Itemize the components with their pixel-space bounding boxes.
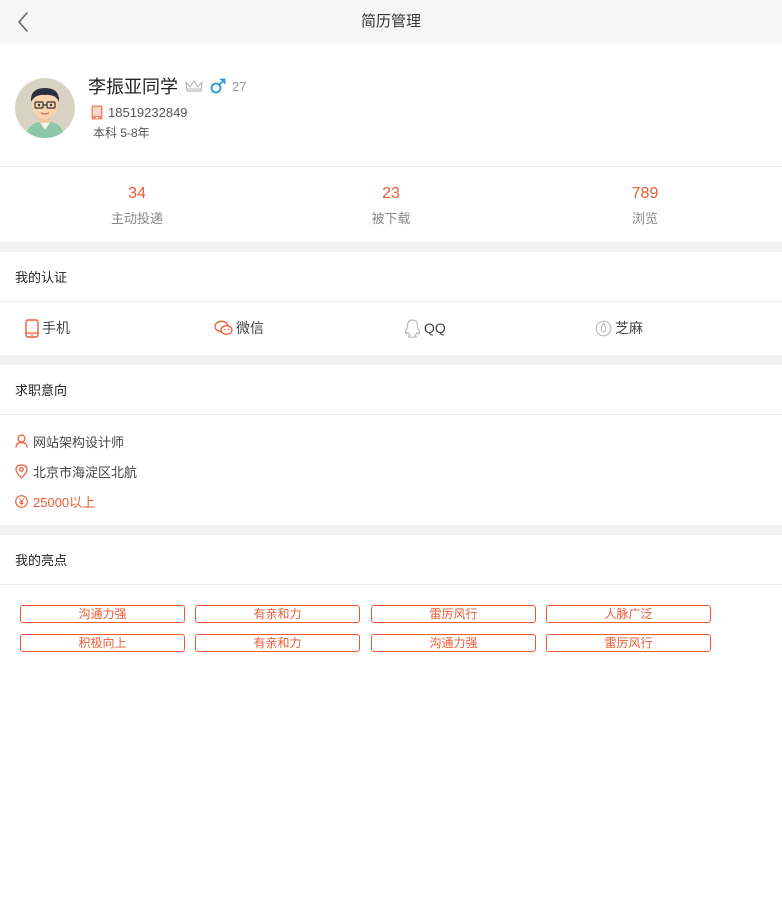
- profile-card: 李振亚同学 27 18519232849 本科 5-8年: [0, 44, 782, 167]
- avatar-illustration-icon: [15, 78, 75, 138]
- stat-downloaded-label: 被下载: [371, 211, 411, 226]
- page-title: 简历管理: [360, 13, 421, 30]
- highlight-tag[interactable]: 有亲和力: [195, 605, 360, 623]
- auth-qq-label: QQ: [424, 320, 446, 336]
- auth-phone-label: 手机: [42, 320, 70, 336]
- yen-icon: [15, 494, 28, 508]
- top-nav-bar: 简历管理: [0, 0, 782, 44]
- name-row: 李振亚同学 27: [88, 74, 246, 98]
- user-age: 27: [232, 78, 247, 94]
- section-divider: [0, 355, 782, 365]
- auth-phone[interactable]: 手机: [25, 318, 70, 338]
- chevron-left-icon: [18, 12, 28, 32]
- location-pin-icon: [15, 463, 28, 479]
- back-button[interactable]: [12, 10, 36, 34]
- crown-icon: [185, 80, 203, 92]
- user-name: 李振亚同学: [88, 77, 178, 97]
- intent-salary: 25000以上: [15, 492, 95, 510]
- intent-position-text: 网站架构设计师: [33, 434, 125, 450]
- auth-section-title: 我的认证: [0, 252, 782, 302]
- intent-location: 北京市海淀区北航: [15, 462, 137, 480]
- stats-bar: 34 主动投递 23 被下载 789 浏览: [0, 168, 782, 242]
- stat-views-value: 789: [631, 185, 659, 202]
- education-experience: 本科 5-8年: [93, 126, 150, 140]
- stat-views-label: 浏览: [631, 211, 658, 226]
- intent-position: 网站架构设计师: [15, 432, 124, 450]
- highlight-tag[interactable]: 人脉广泛: [546, 605, 711, 623]
- highlights-section-title: 我的亮点: [0, 535, 782, 585]
- auth-sesame-label: 芝麻: [615, 320, 643, 336]
- qq-icon: [405, 318, 420, 338]
- highlight-tag[interactable]: 沟通力强: [371, 634, 536, 652]
- phone-icon: [25, 318, 39, 338]
- auth-wechat-label: 微信: [236, 320, 264, 336]
- highlight-tag[interactable]: 有亲和力: [195, 634, 360, 652]
- stat-applied[interactable]: 34 主动投递: [37, 184, 237, 227]
- highlight-tag[interactable]: 雷厉风行: [371, 605, 536, 623]
- phone-number: 18519232849: [108, 104, 188, 120]
- stat-downloaded[interactable]: 23 被下载: [291, 184, 491, 227]
- male-gender-icon: [210, 78, 226, 94]
- resume-management-page: 简历管理 李振亚同学 27 18519232849 本科 5-8年 34 主动投…: [0, 0, 782, 910]
- sesame-icon: [595, 320, 612, 337]
- section-divider: [0, 525, 782, 535]
- auth-qq[interactable]: QQ: [404, 318, 446, 338]
- wechat-icon: [214, 320, 233, 335]
- stat-downloaded-value: 23: [382, 185, 400, 202]
- stat-applied-value: 34: [128, 185, 146, 202]
- stat-views[interactable]: 789 浏览: [545, 184, 745, 227]
- phone-row: 18519232849: [91, 104, 188, 120]
- highlight-tag[interactable]: 积极向上: [20, 634, 185, 652]
- person-icon: [15, 434, 28, 448]
- intent-salary-text: 25000以上: [33, 494, 96, 510]
- intent-section-title: 求职意向: [0, 365, 782, 415]
- intent-location-text: 北京市海淀区北航: [33, 464, 138, 480]
- phone-icon: [91, 105, 103, 119]
- highlight-tag[interactable]: 雷厉风行: [546, 634, 711, 652]
- auth-wechat[interactable]: 微信: [214, 318, 264, 338]
- auth-sesame[interactable]: 芝麻: [595, 318, 643, 338]
- highlight-tag[interactable]: 沟通力强: [20, 605, 185, 623]
- stat-applied-label: 主动投递: [110, 211, 163, 226]
- avatar[interactable]: [15, 78, 75, 138]
- section-divider: [0, 242, 782, 252]
